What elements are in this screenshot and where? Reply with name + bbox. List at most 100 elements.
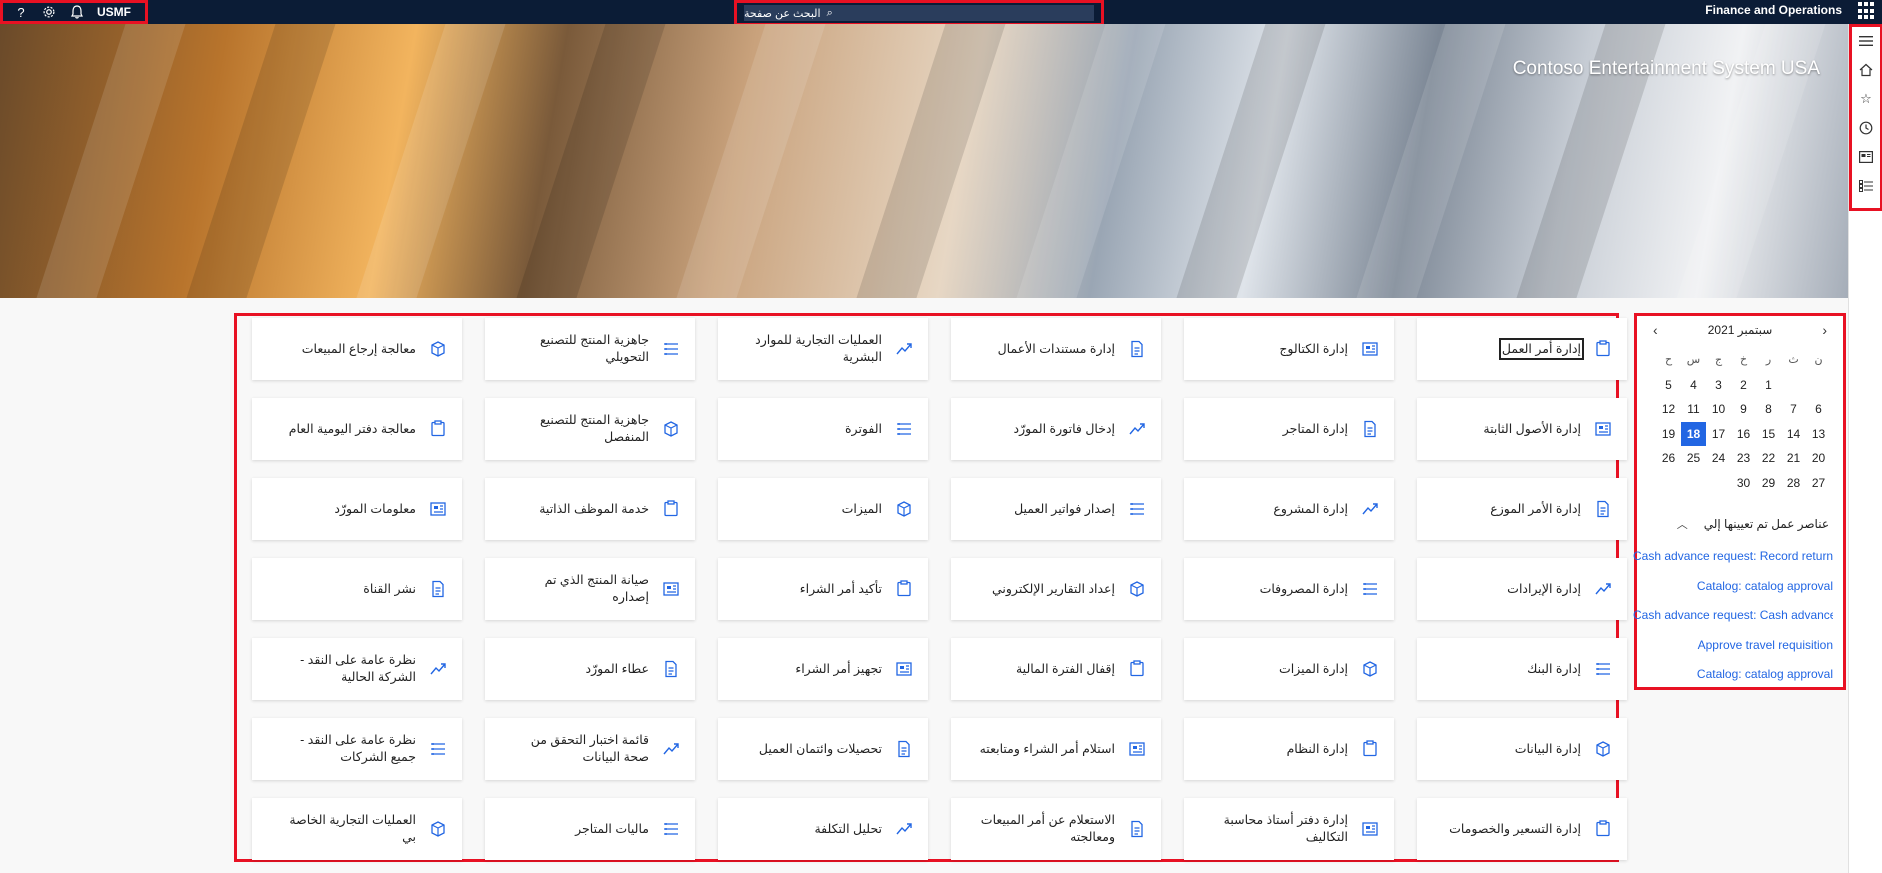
workspaces-icon[interactable] [1854, 146, 1878, 168]
workspace-tile[interactable]: إدارة مستندات الأعمال [951, 318, 1161, 380]
tile-label: خدمة الموظف الذاتية [539, 501, 649, 516]
workspace-tile[interactable]: الفوترة [718, 398, 928, 460]
workspace-tile[interactable]: إدارة الأصول الثابتة [1417, 398, 1627, 460]
calendar-day[interactable]: 14 [1781, 422, 1806, 447]
favorites-star-icon[interactable]: ☆ [1854, 88, 1878, 110]
calendar-day[interactable]: 10 [1706, 397, 1731, 422]
workspace-tile[interactable]: تحليل التكلفة [718, 798, 928, 860]
workspace-tile[interactable]: إدخال فاتورة المورّد [951, 398, 1161, 460]
workspace-tile[interactable]: جاهزية المنتج للتصنيع المنفصل [485, 398, 695, 460]
calendar-day[interactable]: 16 [1731, 422, 1756, 447]
home-icon[interactable] [1854, 59, 1878, 81]
calendar-day[interactable]: 21 [1781, 446, 1806, 471]
workspace-tile[interactable]: إدارة المشروع [1184, 478, 1394, 540]
work-items-header[interactable]: عناصر عمل تم تعيينها إلي ︿ [1677, 516, 1829, 532]
workspace-tile[interactable]: إعداد التقارير الإلكتروني [951, 558, 1161, 620]
workspace-tile[interactable]: إدارة أمر العمل [1417, 318, 1627, 380]
calendar-day[interactable]: 29 [1756, 471, 1781, 496]
calendar-day[interactable]: 28 [1781, 471, 1806, 496]
calendar-day[interactable]: 12 [1656, 397, 1681, 422]
workspace-tile[interactable]: معالجة دفتر اليومية العام [252, 398, 462, 460]
calendar-prev-icon[interactable]: ‹ [1653, 322, 1658, 338]
workspace-tile[interactable]: الميزات [718, 478, 928, 540]
notifications-bell-icon[interactable] [63, 3, 91, 21]
calendar-day[interactable]: 26 [1656, 446, 1681, 471]
tile-icon [661, 419, 681, 439]
workspace-tile[interactable]: معلومات المورّد [252, 478, 462, 540]
work-item-link[interactable]: Catalog: catalog approval [1633, 572, 1833, 602]
calendar-day[interactable]: 20 [1806, 446, 1831, 471]
work-item-link[interactable]: Approve travel requisition [1633, 631, 1833, 661]
calendar-day[interactable]: 30 [1731, 471, 1756, 496]
workspace-tile[interactable]: إصدار فواتير العميل [951, 478, 1161, 540]
workspace-tile[interactable]: إدارة البيانات [1417, 718, 1627, 780]
help-icon[interactable]: ? [7, 3, 35, 21]
tile-icon [1127, 579, 1147, 599]
workspace-tile[interactable]: إقفال الفترة المالية [951, 638, 1161, 700]
work-item-link[interactable]: Catalog: catalog approval [1633, 660, 1833, 690]
calendar-day[interactable]: 1 [1756, 373, 1781, 398]
workspace-tile[interactable]: إدارة الكتالوج [1184, 318, 1394, 380]
settings-gear-icon[interactable] [35, 3, 63, 21]
modules-list-icon[interactable] [1854, 175, 1878, 197]
workspace-tile[interactable]: الاستعلام عن أمر المبيعات ومعالجته [951, 798, 1161, 860]
workspace-tile[interactable]: نظرة عامة على النقد - جميع الشركات [252, 718, 462, 780]
workspace-tile[interactable]: نظرة عامة على النقد - الشركة الحالية [252, 638, 462, 700]
workspace-tile[interactable]: صيانة المنتج الذي تم إصداره [485, 558, 695, 620]
workspace-tile[interactable]: إدارة الإيرادات [1417, 558, 1627, 620]
work-item-link[interactable]: Cash advance request: Record returned [1633, 542, 1833, 572]
calendar-day[interactable]: 2 [1731, 373, 1756, 398]
workspace-tile[interactable]: جاهزية المنتج للتصنيع التحويلي [485, 318, 695, 380]
calendar-day[interactable]: 22 [1756, 446, 1781, 471]
app-launcher-waffle-icon[interactable] [1858, 2, 1876, 20]
calendar-day[interactable]: 3 [1706, 373, 1731, 398]
workspace-tile[interactable]: تجهيز أمر الشراء [718, 638, 928, 700]
workspace-tile[interactable]: عطاء المورّد [485, 638, 695, 700]
workspace-tile[interactable]: استلام أمر الشراء ومتابعته [951, 718, 1161, 780]
workspace-tile[interactable]: العمليات التجارية الخاصة بي [252, 798, 462, 860]
workspace-tile[interactable]: إدارة البنك [1417, 638, 1627, 700]
recent-clock-icon[interactable] [1854, 117, 1878, 139]
calendar-day[interactable]: 13 [1806, 422, 1831, 447]
calendar-day[interactable]: 18 [1681, 421, 1706, 446]
calendar-empty-cell [1781, 373, 1806, 398]
calendar-day[interactable]: 5 [1656, 373, 1681, 398]
workspace-tile[interactable]: تحصيلات وائتمان العميل [718, 718, 928, 780]
workspace-tile[interactable]: إدارة المتاجر [1184, 398, 1394, 460]
hamburger-icon[interactable] [1854, 30, 1878, 52]
workspace-tile[interactable]: إدارة المصروفات [1184, 558, 1394, 620]
calendar-day[interactable]: 9 [1731, 397, 1756, 422]
calendar-day[interactable]: 11 [1681, 397, 1706, 422]
calendar-day[interactable]: 8 [1756, 397, 1781, 422]
tile-label: إدارة المصروفات [1259, 581, 1348, 596]
search-input[interactable]: ⌕ البحث عن صفحة [744, 5, 1094, 21]
workspace-tile[interactable]: تأكيد أمر الشراء [718, 558, 928, 620]
workspace-tile[interactable]: ماليات المتاجر [485, 798, 695, 860]
calendar-day[interactable]: 15 [1756, 422, 1781, 447]
calendar-day[interactable]: 27 [1806, 471, 1831, 496]
workspace-tile[interactable]: إدارة دفتر أستاذ محاسبة التكاليف [1184, 798, 1394, 860]
calendar-day[interactable]: 24 [1706, 446, 1731, 471]
calendar-day[interactable]: 23 [1731, 446, 1756, 471]
calendar-day[interactable]: 17 [1706, 422, 1731, 447]
company-picker[interactable]: USMF [97, 5, 131, 19]
workspace-tile[interactable]: العمليات التجارية للموارد البشرية [718, 318, 928, 380]
workspace-tile[interactable]: إدارة النظام [1184, 718, 1394, 780]
collapse-chevron-up-icon[interactable]: ︿ [1677, 516, 1688, 532]
calendar-next-icon[interactable]: › [1822, 322, 1827, 338]
calendar-day[interactable]: 7 [1781, 397, 1806, 422]
tile-label: إدارة النظام [1286, 741, 1348, 756]
calendar-day[interactable]: 6 [1806, 397, 1831, 422]
calendar-day[interactable]: 4 [1681, 373, 1706, 398]
workspace-tile[interactable]: معالجة إرجاع المبيعات [252, 318, 462, 380]
workspace-tile[interactable]: إدارة الميزات [1184, 638, 1394, 700]
workspace-tile[interactable]: خدمة الموظف الذاتية [485, 478, 695, 540]
workspace-tile[interactable]: إدارة التسعير والخصومات [1417, 798, 1627, 860]
workspace-tile[interactable]: نشر القناة [252, 558, 462, 620]
tile-icon [1360, 339, 1380, 359]
workspace-tile[interactable]: قائمة اختبار التحقق من صحة البيانات [485, 718, 695, 780]
work-item-link[interactable]: Cash advance request: Cash advance appro… [1633, 601, 1833, 631]
calendar-day[interactable]: 19 [1656, 422, 1681, 447]
calendar-day[interactable]: 25 [1681, 446, 1706, 471]
workspace-tile[interactable]: إدارة الأمر الموزع [1417, 478, 1627, 540]
